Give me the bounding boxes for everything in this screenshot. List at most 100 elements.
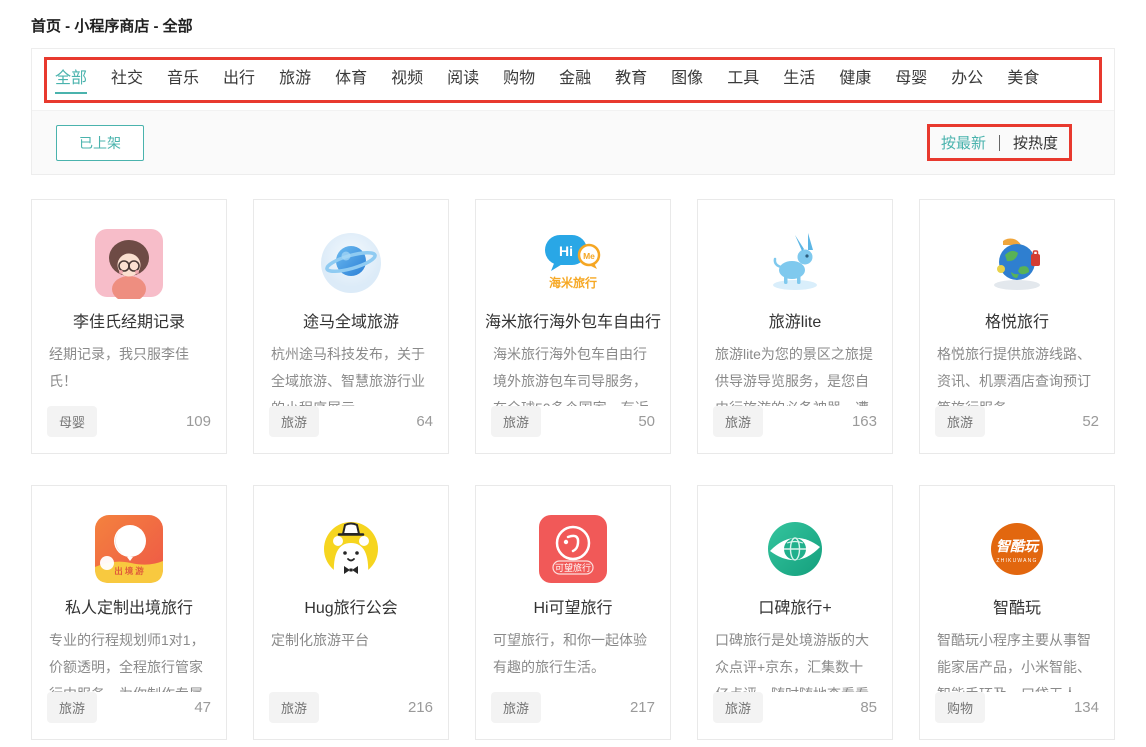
- app-title: 口碑旅行+: [750, 591, 839, 626]
- category-tag[interactable]: 旅游: [269, 406, 319, 437]
- card-footer: 购物 134: [920, 692, 1114, 739]
- category-tab-11[interactable]: 图像: [671, 64, 703, 94]
- bear-icon: [315, 513, 387, 585]
- app-card-grid: 李佳氏经期记录 经期记录，我只服李佳氏！ 母婴 109 途马全域旅游 杭州途马科…: [31, 199, 1115, 740]
- app-title: 李佳氏经期记录: [65, 305, 193, 340]
- usage-count: 109: [186, 413, 211, 430]
- category-tag[interactable]: 旅游: [491, 692, 541, 723]
- app-icon: [759, 227, 831, 299]
- app-card[interactable]: 旅游lite 旅游lite为您的景区之旅提供导游导览服务，是您自由行旅游的必备神…: [697, 199, 893, 454]
- app-description: 格悦旅行提供旅游线路、资讯、机票酒店查询预订等旅行服务。: [920, 340, 1114, 407]
- girl-avatar-icon: [93, 227, 165, 299]
- usage-count: 217: [630, 699, 655, 716]
- category-tab-1[interactable]: 社交: [111, 64, 143, 94]
- svg-text:可望旅行: 可望旅行: [555, 562, 591, 573]
- category-tab-4[interactable]: 旅游: [279, 64, 311, 94]
- app-title: 私人定制出境旅行: [57, 591, 201, 626]
- category-tag[interactable]: 旅游: [47, 692, 97, 723]
- card-footer: 旅游 50: [476, 406, 670, 453]
- tabs-annotation-box: 全部社交音乐出行旅游体育视频阅读购物金融教育图像工具生活健康母婴办公美食: [44, 57, 1102, 103]
- app-description: 口碑旅行是处境游版的大众点评+京东，汇集数十亿点评，随时随地查看看身边...: [698, 626, 892, 693]
- app-card[interactable]: 途马全域旅游 杭州途马科技发布，关于全域旅游、智慧旅游行业的小程序展示。 旅游 …: [253, 199, 449, 454]
- app-icon: [315, 227, 387, 299]
- category-tag[interactable]: 旅游: [713, 406, 763, 437]
- usage-count: 47: [194, 699, 211, 716]
- app-card[interactable]: 李佳氏经期记录 经期记录，我只服李佳氏！ 母婴 109: [31, 199, 227, 454]
- planet-icon: [315, 227, 387, 299]
- listed-filter-button[interactable]: 已上架: [56, 125, 144, 161]
- category-tag[interactable]: 母婴: [47, 406, 97, 437]
- app-icon: 智酷玩 ZHIKUWANG: [981, 513, 1053, 585]
- sort-by-newest[interactable]: 按最新: [941, 132, 986, 153]
- category-tag[interactable]: 旅游: [269, 692, 319, 723]
- category-tab-7[interactable]: 阅读: [447, 64, 479, 94]
- category-tab-12[interactable]: 工具: [727, 64, 759, 94]
- app-icon: [981, 227, 1053, 299]
- tabs-row: 全部社交音乐出行旅游体育视频阅读购物金融教育图像工具生活健康母婴办公美食: [32, 49, 1114, 111]
- usage-count: 216: [408, 699, 433, 716]
- app-description: 旅游lite为您的景区之旅提供导游导览服务，是您自由行旅游的必备神器，遭到...: [698, 340, 892, 407]
- category-tab-8[interactable]: 购物: [503, 64, 535, 94]
- category-tab-10[interactable]: 教育: [615, 64, 647, 94]
- app-title: 智酷玩: [985, 591, 1049, 626]
- filter-panel: 全部社交音乐出行旅游体育视频阅读购物金融教育图像工具生活健康母婴办公美食 已上架…: [31, 48, 1115, 175]
- svg-text:智酷玩: 智酷玩: [996, 538, 1040, 554]
- app-icon: [93, 227, 165, 299]
- app-card[interactable]: 可望旅行 Hi可望旅行 可望旅行，和你一起体验有趣的旅行生活。 旅游 217: [475, 485, 671, 740]
- category-tab-17[interactable]: 美食: [1007, 64, 1039, 94]
- blue-donkey-icon: [759, 227, 831, 299]
- sort-by-hottest[interactable]: 按热度: [1013, 132, 1058, 153]
- category-tag[interactable]: 旅游: [491, 406, 541, 437]
- usage-count: 85: [860, 699, 877, 716]
- card-footer: 旅游 163: [698, 406, 892, 453]
- app-title: 旅游lite: [761, 305, 829, 340]
- app-description: 可望旅行，和你一起体验有趣的旅行生活。: [476, 626, 670, 693]
- category-tab-0[interactable]: 全部: [55, 64, 87, 94]
- app-icon: 可望旅行: [537, 513, 609, 585]
- category-tab-5[interactable]: 体育: [335, 64, 367, 94]
- travel-globe-icon: [981, 227, 1053, 299]
- app-card[interactable]: 智酷玩 ZHIKUWANG 智酷玩 智酷玩小程序主要从事智能家居产品，小米智能、…: [919, 485, 1115, 740]
- category-tab-15[interactable]: 母婴: [895, 64, 927, 94]
- category-tab-2[interactable]: 音乐: [167, 64, 199, 94]
- card-footer: 旅游 216: [254, 692, 448, 739]
- breadcrumb: 首页 - 小程序商店 - 全部: [0, 0, 1146, 36]
- filter-row: 已上架 按最新 按热度: [32, 111, 1114, 174]
- card-footer: 旅游 52: [920, 406, 1114, 453]
- app-title: 途马全域旅游: [295, 305, 407, 340]
- app-title: 格悦旅行: [977, 305, 1057, 340]
- category-tab-16[interactable]: 办公: [951, 64, 983, 94]
- category-tag[interactable]: 购物: [935, 692, 985, 723]
- app-description: 经期记录，我只服李佳氏！: [32, 340, 226, 407]
- zhikuwan-icon: 智酷玩 ZHIKUWANG: [981, 513, 1053, 585]
- app-icon: Hi Me 海米旅行: [537, 227, 609, 299]
- balloon-app-icon: 出境游: [93, 513, 165, 585]
- app-description: 智酷玩小程序主要从事智能家居产品，小米智能、智能手环及、口袋无人机、网...: [920, 626, 1114, 693]
- app-icon: 出境游: [93, 513, 165, 585]
- sort-separator: [999, 135, 1000, 151]
- category-tag[interactable]: 旅游: [713, 692, 763, 723]
- card-footer: 母婴 109: [32, 406, 226, 453]
- category-tag[interactable]: 旅游: [935, 406, 985, 437]
- app-description: 海米旅行海外包车自由行境外旅游包车司导服务，在全球50多个国家，有近万名...: [476, 340, 670, 407]
- app-icon: [759, 513, 831, 585]
- category-tab-3[interactable]: 出行: [223, 64, 255, 94]
- app-card[interactable]: 格悦旅行 格悦旅行提供旅游线路、资讯、机票酒店查询预订等旅行服务。 旅游 52: [919, 199, 1115, 454]
- app-title: 海米旅行海外包车自由行: [477, 305, 669, 340]
- category-tab-9[interactable]: 金融: [559, 64, 591, 94]
- category-tab-13[interactable]: 生活: [783, 64, 815, 94]
- eye-globe-icon: [759, 513, 831, 585]
- app-title: Hug旅行公会: [296, 591, 405, 626]
- sort-annotation-box: 按最新 按热度: [927, 124, 1072, 161]
- app-card[interactable]: Hug旅行公会 定制化旅游平台 旅游 216: [253, 485, 449, 740]
- app-card[interactable]: 口碑旅行+ 口碑旅行是处境游版的大众点评+京东，汇集数十亿点评，随时随地查看看身…: [697, 485, 893, 740]
- category-tab-14[interactable]: 健康: [839, 64, 871, 94]
- category-tab-6[interactable]: 视频: [391, 64, 423, 94]
- app-description: 专业的行程规划师1对1，价额透明，全程旅行管家行中服务，为你制作专属的路...: [32, 626, 226, 693]
- app-icon: [315, 513, 387, 585]
- app-card[interactable]: Hi Me 海米旅行 海米旅行海外包车自由行 海米旅行海外包车自由行境外旅游包车…: [475, 199, 671, 454]
- hime-chat-bubbles-icon: Hi Me 海米旅行: [537, 227, 609, 299]
- svg-text:ZHIKUWANG: ZHIKUWANG: [996, 558, 1037, 564]
- app-card[interactable]: 出境游 私人定制出境旅行 专业的行程规划师1对1，价额透明，全程旅行管家行中服务…: [31, 485, 227, 740]
- app-description: 定制化旅游平台: [254, 626, 448, 693]
